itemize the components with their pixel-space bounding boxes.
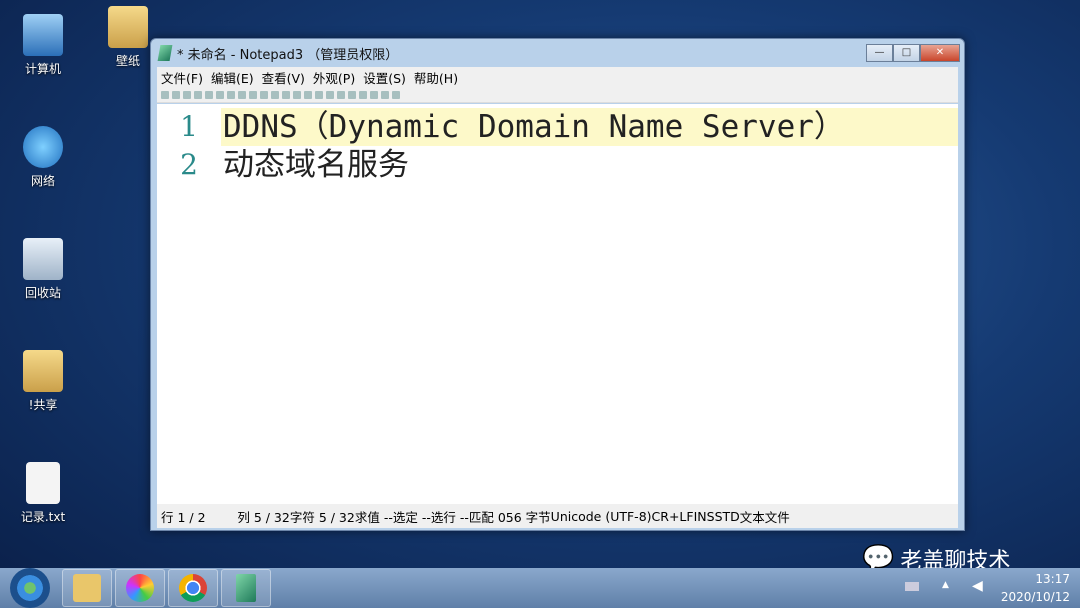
- menu-settings[interactable]: 设置(S): [363, 68, 406, 87]
- show-hidden-icons[interactable]: ▲: [942, 580, 949, 590]
- app-icon: [126, 574, 154, 602]
- notepad3-logo-icon: [157, 45, 173, 61]
- notepad3-window: * 未命名 - Notepad3 （管理员权限） — □ ✕ 文件(F) 编辑(E)…: [150, 38, 965, 531]
- keyboard-icon[interactable]: [905, 582, 919, 591]
- zoom-out-icon[interactable]: [348, 90, 356, 99]
- wordwrap-icon[interactable]: [293, 90, 301, 99]
- fullscreen-icon[interactable]: [370, 90, 378, 99]
- line-number: 2: [180, 148, 198, 181]
- favorite-icon[interactable]: [326, 90, 334, 99]
- status-bar: 行 1 / 2 列 5 / 32 字符 5 / 32 求值 -- 选定 -- 选…: [157, 504, 958, 528]
- start-button[interactable]: [10, 568, 50, 608]
- menu-view[interactable]: 查看(V): [262, 68, 305, 87]
- copy-icon[interactable]: [249, 90, 257, 99]
- text-line[interactable]: 动态域名服务: [221, 146, 958, 184]
- recycle-bin-icon: [23, 238, 63, 280]
- menu-bar: 文件(F) 编辑(E) 查看(V) 外观(P) 设置(S) 帮助(H): [157, 67, 958, 87]
- exit-icon[interactable]: [392, 90, 400, 99]
- taskbar-notepad3[interactable]: [221, 569, 271, 607]
- chrome-icon: [179, 574, 207, 602]
- folder-icon: [73, 574, 101, 602]
- replace-icon[interactable]: [282, 90, 290, 99]
- clock[interactable]: 13:17 2020/10/12: [1001, 570, 1070, 606]
- save-icon[interactable]: [183, 90, 191, 99]
- scheme-icon[interactable]: [359, 90, 367, 99]
- taskbar: ▲ ◀ 13:17 2020/10/12: [0, 568, 1080, 608]
- save-as-icon[interactable]: [194, 90, 202, 99]
- zoom-in-icon[interactable]: [337, 90, 345, 99]
- network-icon: [23, 126, 63, 168]
- editor[interactable]: 1 2 DDNS（Dynamic Domain Name Server） 动态域…: [157, 104, 958, 506]
- line-number: 1: [180, 110, 198, 143]
- browse-icon[interactable]: [205, 90, 213, 99]
- taskbar-chrome[interactable]: [168, 569, 218, 607]
- maximize-button[interactable]: □: [893, 44, 920, 62]
- desktop-icon-record-txt[interactable]: 记录.txt: [8, 462, 78, 525]
- new-icon[interactable]: [161, 90, 169, 99]
- desktop-icon-computer[interactable]: 计算机: [8, 14, 78, 77]
- taskbar-explorer[interactable]: [62, 569, 112, 607]
- open-icon[interactable]: [172, 90, 180, 99]
- folder-shortcut-icon: [108, 6, 148, 48]
- undo-icon[interactable]: [216, 90, 224, 99]
- text-line-current[interactable]: DDNS（Dynamic Domain Name Server）: [221, 108, 958, 146]
- zoom-icon[interactable]: [315, 90, 323, 99]
- desktop-icon-share[interactable]: !共享: [8, 350, 78, 413]
- cut-icon[interactable]: [238, 90, 246, 99]
- menu-file[interactable]: 文件(F): [161, 68, 203, 87]
- notepad3-icon: [236, 574, 256, 602]
- taskbar-app[interactable]: [115, 569, 165, 607]
- close-button[interactable]: ✕: [920, 44, 960, 62]
- minimize-button[interactable]: —: [866, 44, 893, 62]
- desktop-icon-network[interactable]: 网络: [8, 126, 78, 189]
- menu-edit[interactable]: 编辑(E): [211, 68, 254, 87]
- menu-help[interactable]: 帮助(H): [414, 68, 458, 87]
- computer-icon: [23, 14, 63, 56]
- menu-appearance[interactable]: 外观(P): [313, 68, 355, 87]
- folder-shortcut-icon: [23, 350, 63, 392]
- desktop-icon-recycle-bin[interactable]: 回收站: [8, 238, 78, 301]
- goto-icon[interactable]: [304, 90, 312, 99]
- redo-icon[interactable]: [227, 90, 235, 99]
- line-number-gutter: 1 2: [157, 104, 221, 506]
- find-icon[interactable]: [271, 90, 279, 99]
- text-area[interactable]: DDNS（Dynamic Domain Name Server） 动态域名服务: [221, 104, 958, 506]
- volume-icon[interactable]: ◀: [972, 578, 983, 594]
- paste-icon[interactable]: [260, 90, 268, 99]
- toolbar: [157, 87, 958, 103]
- pin-icon[interactable]: [381, 90, 389, 99]
- title-bar[interactable]: * 未命名 - Notepad3 （管理员权限） — □ ✕: [151, 39, 964, 67]
- text-file-icon: [26, 462, 60, 504]
